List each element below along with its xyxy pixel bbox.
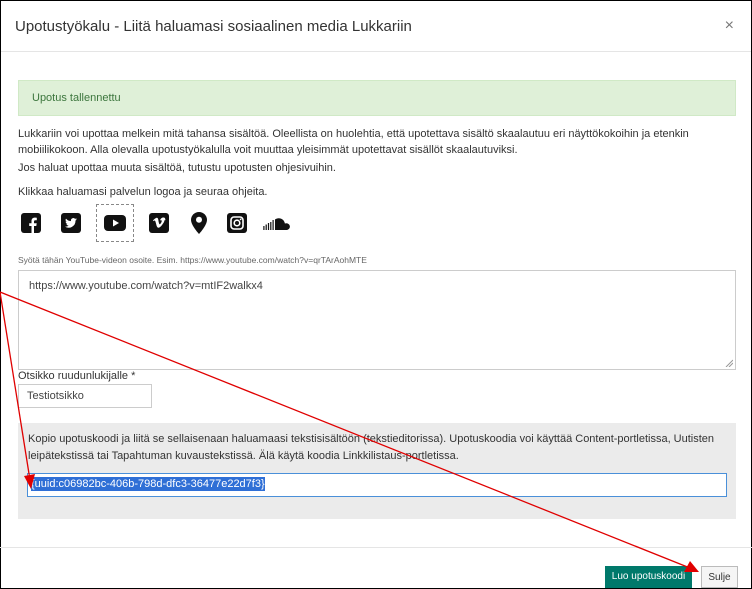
intro-paragraph-3: Klikkaa haluamasi palvelun logoa ja seur… — [18, 186, 268, 198]
dialog-header: Upotustyökalu - Liitä haluamasi sosiaali… — [1, 1, 751, 52]
close-button[interactable]: Sulje — [701, 566, 738, 588]
map-pin-icon[interactable] — [180, 204, 218, 242]
embed-code-panel: Kopio upotuskoodi ja liitä se sellaisena… — [18, 423, 736, 519]
create-embed-code-button[interactable]: Luo upotuskoodi — [605, 566, 692, 588]
success-alert: Upotus tallennettu — [18, 80, 736, 116]
soundcloud-icon[interactable] — [260, 204, 298, 242]
dialog-title: Upotustyökalu - Liitä haluamasi sosiaali… — [15, 18, 412, 35]
video-url-textarea[interactable]: https://www.youtube.com/watch?v=mtIF2wal… — [18, 270, 736, 370]
intro-paragraph-1: Lukkariin voi upottaa melkein mitä tahan… — [18, 128, 689, 156]
embed-code-selection: {uuid:c06982bc-406b-798d-dfc3-36477e22d7… — [31, 477, 265, 491]
service-icon-bar — [18, 204, 318, 244]
intro-paragraph-2: Jos haluat upottaa muuta sisältöä, tutus… — [18, 162, 336, 174]
resize-handle-icon[interactable] — [725, 359, 733, 367]
video-url-value: https://www.youtube.com/watch?v=mtIF2wal… — [29, 280, 263, 292]
youtube-icon[interactable] — [96, 204, 134, 242]
vimeo-icon[interactable] — [140, 204, 178, 242]
instagram-icon[interactable] — [218, 204, 256, 242]
embed-code-input[interactable]: {uuid:c06982bc-406b-798d-dfc3-36477e22d7… — [27, 473, 727, 497]
url-hint: Syötä tähän YouTube-videon osoite. Esim.… — [18, 255, 367, 265]
close-icon[interactable]: × — [725, 17, 734, 35]
twitter-icon[interactable] — [52, 204, 90, 242]
screenreader-title-input[interactable]: Testiotsikko — [18, 384, 152, 408]
screenreader-title-label: Otsikko ruudunlukijalle * — [18, 370, 136, 382]
embed-code-instructions: Kopio upotuskoodi ja liitä se sellaisena… — [28, 433, 715, 462]
facebook-icon[interactable] — [12, 204, 50, 242]
alert-text: Upotus tallennettu — [32, 92, 121, 104]
